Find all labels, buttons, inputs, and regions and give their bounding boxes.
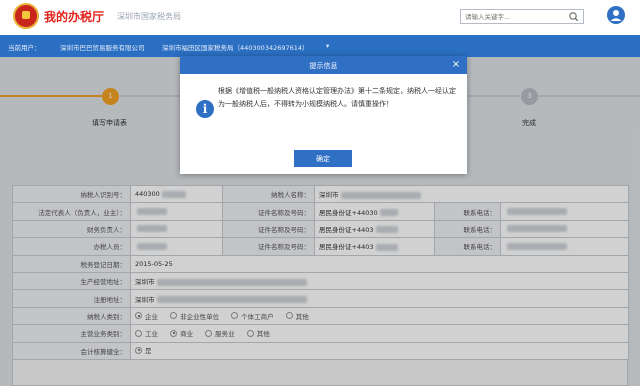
user-icon[interactable] [607, 6, 625, 24]
navbar: 当前用户： 深圳市巴巴贸易服务有限公司 深圳市福田区国家税务局（44030034… [0, 35, 640, 57]
chevron-down-icon[interactable]: ▾ [326, 42, 329, 50]
tax-office-selector[interactable]: 深圳市福田区国家税务局（440300342697614） [162, 42, 309, 52]
dialog-message: 根据《增值税一般纳税人资格认定管理办法》第十二条规定，纳税人一经认定为一般纳税人… [218, 87, 456, 108]
info-icon: i [196, 100, 214, 118]
current-user-value: 深圳市巴巴贸易服务有限公司 [60, 44, 145, 52]
dialog-header: 提示信息 × [180, 56, 467, 74]
close-icon[interactable]: × [450, 59, 462, 71]
search-input[interactable] [461, 10, 565, 23]
app-subtitle: 深圳市国家税务局 [117, 12, 181, 21]
search-icon[interactable] [565, 10, 583, 23]
search-box [460, 9, 584, 24]
top-header: 我的办税厅 深圳市国家税务局 [0, 0, 640, 35]
emblem-icon [13, 3, 39, 29]
app-title: 我的办税厅 [44, 10, 105, 24]
confirm-button[interactable]: 确定 [294, 150, 352, 167]
dialog-title: 提示信息 [309, 62, 338, 70]
current-user-label: 当前用户： [8, 44, 41, 52]
prompt-dialog: 提示信息 × i 根据《增值税一般纳税人资格认定管理办法》第十二条规定，纳税人一… [180, 56, 467, 174]
